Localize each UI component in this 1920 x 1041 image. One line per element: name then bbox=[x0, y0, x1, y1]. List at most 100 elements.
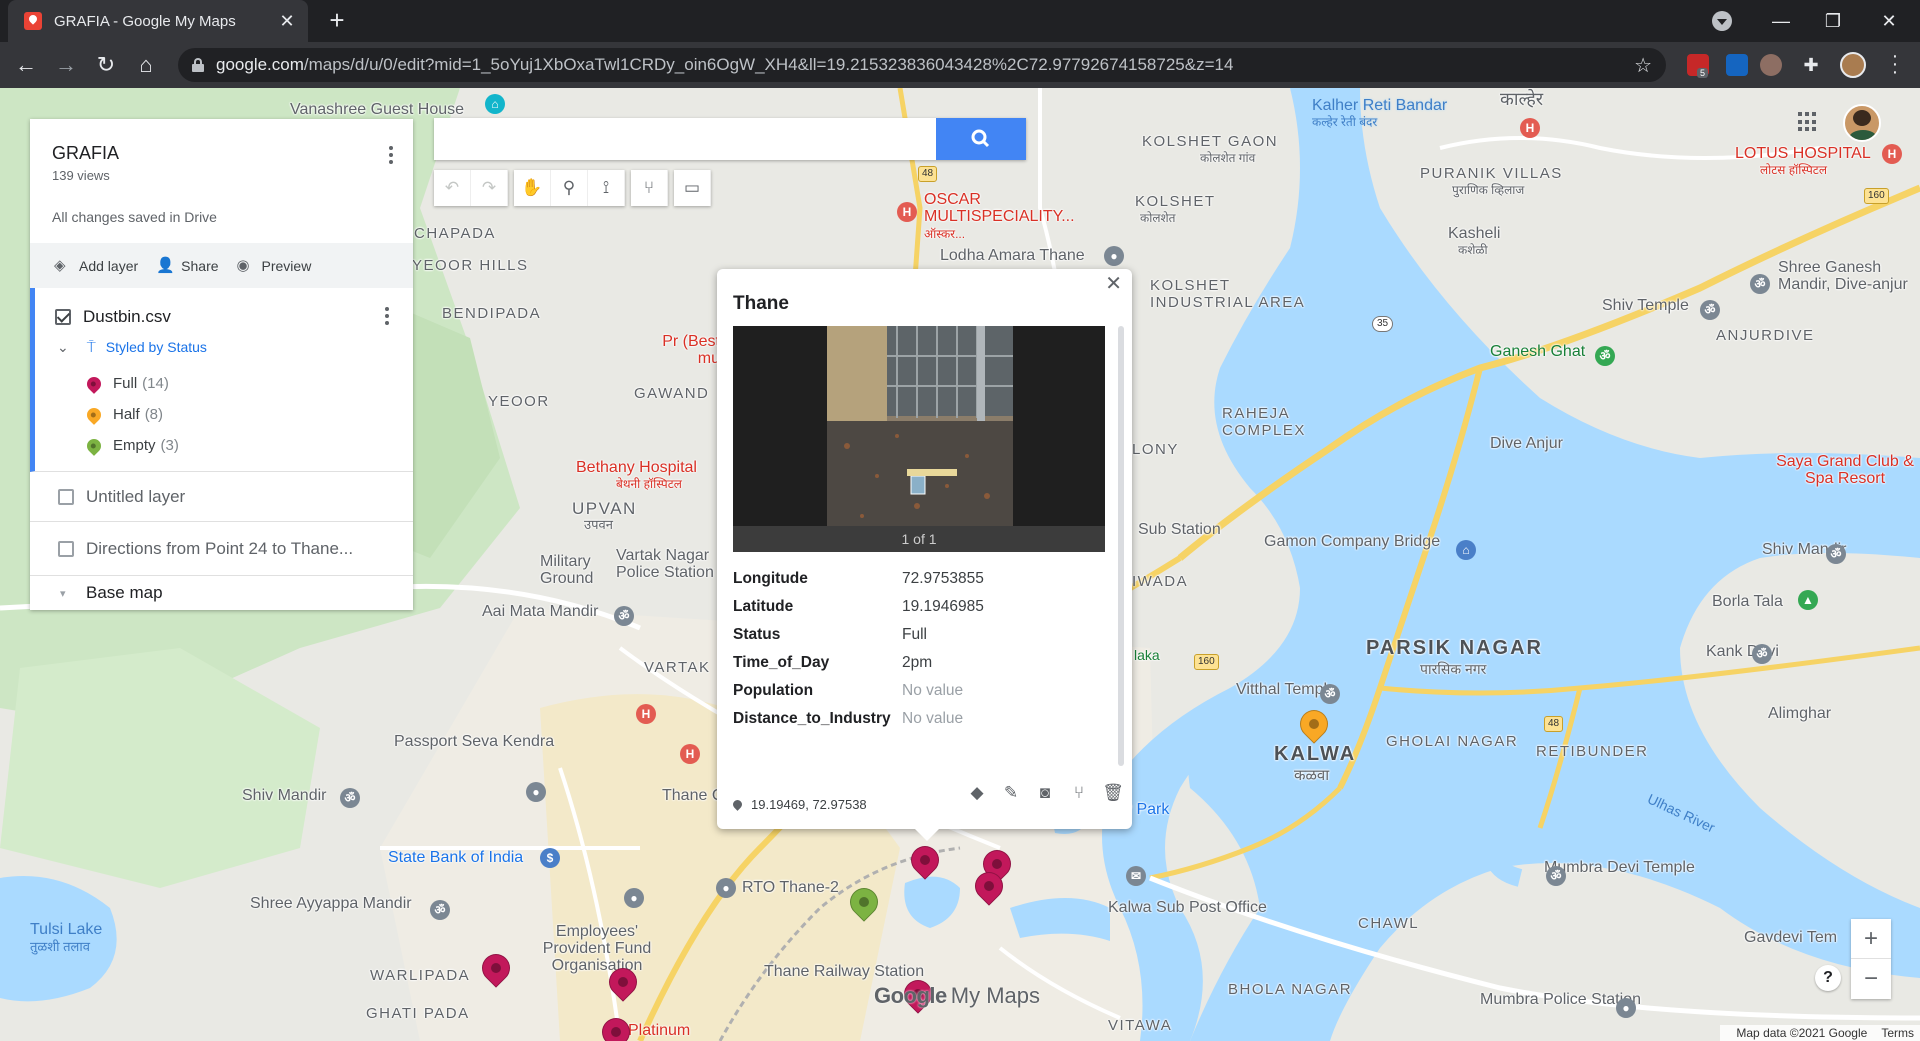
layer-visibility-checkbox[interactable] bbox=[58, 489, 74, 505]
terms-link[interactable]: Terms bbox=[1881, 1025, 1914, 1041]
search-input[interactable] bbox=[434, 118, 934, 160]
edit-pencil-icon[interactable]: ✎ bbox=[994, 783, 1028, 803]
undo-icon[interactable]: ↶ bbox=[434, 170, 471, 206]
temple-icon[interactable]: ॐ bbox=[1595, 346, 1615, 366]
profile-avatar[interactable] bbox=[1840, 52, 1866, 78]
extension-icon[interactable] bbox=[1726, 54, 1748, 76]
temple-icon[interactable]: ॐ bbox=[1752, 644, 1772, 664]
temple-icon[interactable]: ॐ bbox=[1700, 300, 1720, 320]
map-label: KOLSHET GAON bbox=[1142, 133, 1279, 150]
map-label: GHATI PADA bbox=[366, 1005, 470, 1022]
lodging-icon[interactable]: ⌂ bbox=[485, 94, 505, 114]
dustbin-pin-full[interactable] bbox=[603, 962, 643, 1004]
hospital-icon[interactable]: H bbox=[1520, 118, 1540, 138]
layer-visibility-checkbox[interactable] bbox=[55, 309, 71, 325]
bridge-icon[interactable]: ⌂ bbox=[1456, 540, 1476, 560]
delete-trash-icon[interactable]: 🗑 bbox=[1096, 783, 1130, 803]
extensions-puzzle-icon[interactable]: ✚ bbox=[1800, 54, 1822, 76]
dustbin-pin-full[interactable] bbox=[969, 866, 1009, 908]
hand-select-icon[interactable]: ✋ bbox=[514, 170, 551, 206]
home-icon[interactable]: ⌂ bbox=[130, 49, 162, 81]
window-close-button[interactable]: ✕ bbox=[1866, 0, 1912, 42]
map-title[interactable]: GRAFIA bbox=[52, 143, 391, 164]
draw-line-icon[interactable]: ⟟ bbox=[588, 170, 625, 206]
chevron-down-icon[interactable]: ▾ bbox=[60, 587, 74, 600]
map-options-menu-icon[interactable] bbox=[389, 143, 395, 167]
search-icon bbox=[971, 129, 990, 148]
style-paint-bucket-icon[interactable]: ◆ bbox=[960, 783, 994, 803]
temple-icon[interactable]: ॐ bbox=[1750, 274, 1770, 294]
legend-item-full[interactable]: Full (14) bbox=[35, 368, 413, 399]
hospital-icon[interactable]: H bbox=[897, 202, 917, 222]
layer-name[interactable]: Untitled layer bbox=[86, 487, 185, 507]
zoom-in-button[interactable]: + bbox=[1851, 919, 1891, 959]
layer-visibility-checkbox[interactable] bbox=[58, 541, 74, 557]
chevron-down-icon[interactable]: ⌄ bbox=[57, 339, 69, 356]
browser-tab[interactable]: GRAFIA - Google My Maps ✕ bbox=[8, 0, 308, 42]
directions-icon[interactable]: ⑂ bbox=[1062, 783, 1096, 803]
dustbin-pin-full[interactable] bbox=[596, 1012, 636, 1041]
police-icon[interactable]: ● bbox=[1616, 998, 1636, 1018]
place-icon[interactable]: ● bbox=[526, 782, 546, 802]
directions-icon[interactable]: ⑂ bbox=[631, 170, 668, 206]
minimize-button[interactable]: — bbox=[1758, 0, 1804, 42]
maps-favicon-icon bbox=[24, 12, 42, 30]
google-apps-icon[interactable] bbox=[1798, 112, 1818, 132]
save-status: All changes saved in Drive bbox=[52, 209, 217, 225]
hospital-icon[interactable]: H bbox=[1882, 144, 1902, 164]
tab-search-icon[interactable] bbox=[1712, 11, 1732, 31]
temple-icon[interactable]: ॐ bbox=[614, 606, 634, 626]
bank-icon[interactable]: $ bbox=[540, 848, 560, 868]
zoom-out-button[interactable]: − bbox=[1851, 959, 1891, 999]
dustbin-pin-full[interactable] bbox=[905, 840, 945, 882]
search-button[interactable] bbox=[936, 118, 1026, 160]
dustbin-pin-empty[interactable] bbox=[844, 882, 884, 924]
temple-icon[interactable]: ॐ bbox=[430, 900, 450, 920]
style-row[interactable]: ⌄ ⍑ Styled by Status bbox=[35, 332, 413, 362]
base-map-row[interactable]: ▾ Base map bbox=[30, 576, 413, 610]
tab-close-icon[interactable]: ✕ bbox=[276, 11, 298, 32]
back-arrow-icon[interactable]: ← bbox=[10, 49, 42, 81]
hospital-icon[interactable]: H bbox=[636, 704, 656, 724]
temple-icon[interactable]: ॐ bbox=[1546, 866, 1566, 886]
address-bar[interactable]: google.com/maps/d/u/0/edit?mid=1_5oYuj1X… bbox=[178, 48, 1666, 82]
temple-icon[interactable]: ॐ bbox=[1320, 684, 1340, 704]
add-marker-icon[interactable]: ⚲ bbox=[551, 170, 588, 206]
new-tab-button[interactable]: + bbox=[322, 6, 352, 36]
close-icon[interactable]: ✕ bbox=[1105, 271, 1122, 296]
account-avatar[interactable] bbox=[1843, 104, 1881, 142]
place-icon[interactable]: ● bbox=[624, 888, 644, 908]
browser-menu-icon[interactable]: · · · bbox=[1890, 46, 1900, 82]
temple-icon[interactable]: ॐ bbox=[1826, 544, 1846, 564]
post-office-icon[interactable]: ✉ bbox=[1126, 866, 1146, 886]
extension-icon-2[interactable] bbox=[1760, 54, 1782, 76]
dustbin-pin-half[interactable] bbox=[1294, 704, 1334, 746]
restore-button[interactable]: ❐ bbox=[1810, 0, 1856, 42]
info-scrollbar[interactable] bbox=[1118, 326, 1124, 766]
place-icon[interactable]: ● bbox=[1104, 246, 1124, 266]
hospital-icon[interactable]: H bbox=[680, 744, 700, 764]
layer-name[interactable]: Directions from Point 24 to Thane... bbox=[86, 539, 353, 559]
bookmark-star-icon[interactable]: ☆ bbox=[1634, 53, 1652, 78]
legend-item-half[interactable]: Half (8) bbox=[35, 399, 413, 430]
legend-item-empty[interactable]: Empty (3) bbox=[35, 430, 413, 461]
place-icon[interactable]: ● bbox=[716, 878, 736, 898]
lake-icon[interactable]: ▲ bbox=[1798, 590, 1818, 610]
layer-name[interactable]: Dustbin.csv bbox=[83, 307, 171, 327]
ruler-icon[interactable]: ▭ bbox=[674, 170, 711, 206]
preview-button[interactable]: ◉ Preview bbox=[237, 258, 312, 274]
layer-options-menu-icon[interactable] bbox=[385, 304, 391, 328]
forward-arrow-icon[interactable]: → bbox=[50, 49, 82, 81]
add-layer-button[interactable]: ◈ Add layer bbox=[54, 258, 138, 274]
attribute-row: Distance_to_Industry No value bbox=[733, 710, 964, 727]
temple-icon[interactable]: ॐ bbox=[340, 788, 360, 808]
photo-viewer[interactable]: 1 of 1 bbox=[733, 326, 1105, 552]
reload-icon[interactable]: ↻ bbox=[90, 49, 122, 81]
dustbin-pin-full[interactable] bbox=[476, 948, 516, 990]
camera-icon[interactable]: ◙ bbox=[1028, 783, 1062, 803]
styled-by-link[interactable]: Styled by Status bbox=[106, 339, 207, 355]
redo-icon[interactable]: ↷ bbox=[471, 170, 508, 206]
base-map-label[interactable]: Base map bbox=[86, 583, 163, 603]
share-button[interactable]: 👤 Share bbox=[156, 258, 218, 274]
help-button[interactable]: ? bbox=[1815, 965, 1841, 991]
